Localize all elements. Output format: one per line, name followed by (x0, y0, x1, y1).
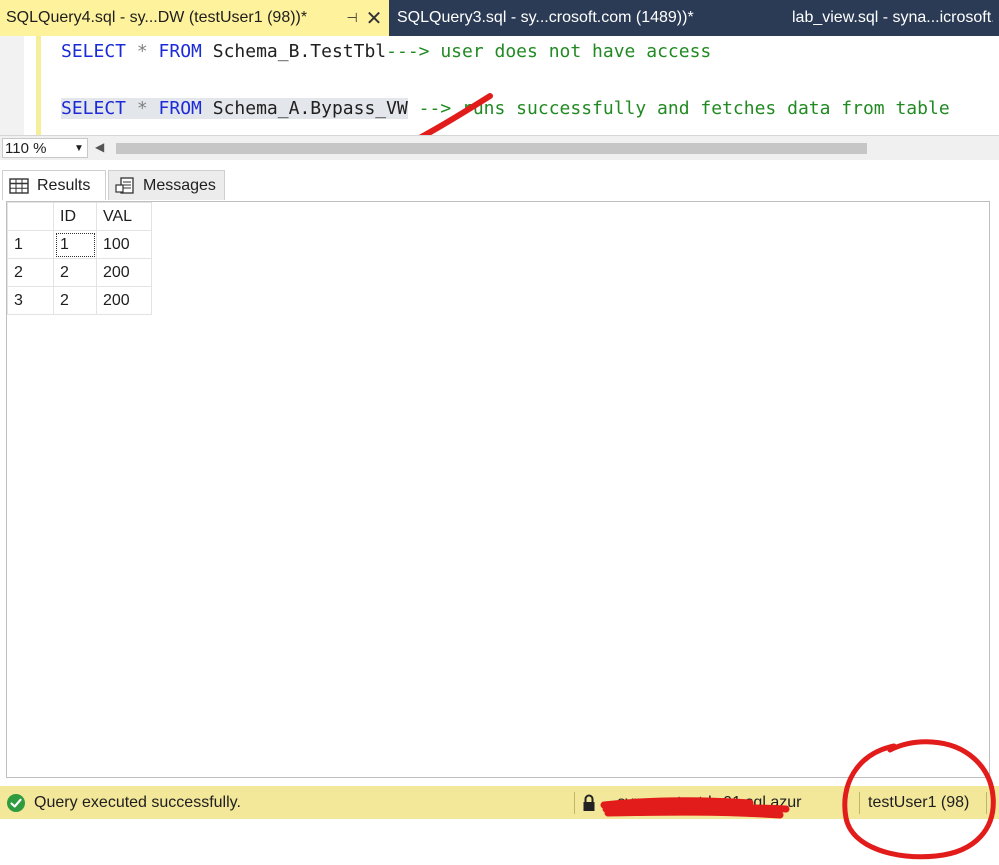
table-row[interactable]: 3 2 200 (7, 286, 152, 315)
editor-gutter (0, 36, 24, 135)
redaction-scribble (600, 797, 790, 819)
close-icon[interactable]: ✕ (365, 6, 383, 31)
keyword-from: FROM (158, 41, 202, 62)
zoom-value: 110 % (5, 139, 47, 157)
zoom-scroll-row: 110 % ▼ ◀ (0, 135, 999, 160)
horizontal-scrollbar-thumb[interactable] (116, 143, 867, 154)
tab-results[interactable]: Results (2, 170, 106, 200)
chevron-down-icon: ▼ (74, 142, 84, 154)
grid-cell[interactable]: 200 (96, 258, 152, 287)
document-tab-bar: SQLQuery4.sql - sy...DW (testUser1 (98))… (0, 0, 999, 36)
tab-sqlquery3[interactable]: SQLQuery3.sql - sy...crosoft.com (1489))… (389, 0, 780, 36)
tab-messages[interactable]: Messages (108, 170, 225, 200)
keyword-from: FROM (158, 98, 202, 119)
status-divider (574, 792, 575, 814)
code-line-1[interactable]: SELECT * FROM Schema_B.TestTbl---> user … (61, 40, 711, 64)
grid-header-row: ID VAL (7, 202, 152, 231)
keyword-select: SELECT (61, 98, 127, 119)
change-tracking-bar (36, 36, 41, 135)
ssms-window: SQLQuery4.sql - sy...DW (testUser1 (98))… (0, 0, 999, 865)
tab-title: lab_view.sql - syna...icrosoft.com (8 (792, 9, 993, 26)
grid-cell[interactable]: 100 (96, 230, 152, 259)
row-number[interactable]: 3 (7, 286, 54, 315)
messages-icon (115, 176, 137, 196)
result-tabs: Results Messages (0, 160, 999, 202)
lock-icon (583, 794, 595, 811)
operator-star: * (126, 41, 159, 62)
tab-lab-view[interactable]: lab_view.sql - syna...icrosoft.com (8 (780, 0, 999, 36)
tab-messages-label: Messages (143, 176, 216, 194)
row-header-corner[interactable] (7, 202, 54, 231)
view-identifier: Schema_A.Bypass_VW (201, 98, 408, 119)
tab-title: SQLQuery4.sql - sy...DW (testUser1 (98))… (6, 9, 308, 26)
grid-cell[interactable]: 2 (53, 258, 97, 287)
row-number[interactable]: 1 (7, 230, 54, 259)
tab-results-label: Results (37, 176, 91, 194)
grid-cell[interactable]: 1 (53, 230, 97, 259)
table-identifier: Schema_B.TestTbl (201, 41, 387, 62)
success-check-icon (7, 794, 25, 812)
column-header-val[interactable]: VAL (96, 202, 152, 231)
zoom-level-select[interactable]: 110 % ▼ (2, 138, 88, 158)
table-row[interactable]: 2 2 200 (7, 258, 152, 287)
table-row[interactable]: 1 1 100 (7, 230, 152, 259)
results-grid: ID VAL 1 1 100 2 2 200 3 2 200 (7, 202, 152, 315)
tab-title: SQLQuery3.sql - sy...crosoft.com (1489))… (397, 9, 694, 26)
annotation-circle-mark (842, 739, 996, 860)
row-number[interactable]: 2 (7, 258, 54, 287)
scroll-left-arrow-icon[interactable]: ◀ (95, 140, 104, 154)
operator-star: * (126, 98, 159, 119)
grid-icon (9, 177, 31, 194)
code-comment: ---> user does not have access (386, 41, 712, 62)
grid-cell[interactable]: 2 (53, 286, 97, 315)
grid-cell[interactable]: 200 (96, 286, 152, 315)
column-header-id[interactable]: ID (53, 202, 97, 231)
status-message: Query executed successfully. (34, 794, 241, 811)
keyword-select: SELECT (61, 41, 127, 62)
tab-sqlquery4[interactable]: SQLQuery4.sql - sy...DW (testUser1 (98))… (0, 0, 389, 36)
results-grid-panel: ID VAL 1 1 100 2 2 200 3 2 200 (6, 201, 990, 778)
pin-icon[interactable]: ⊣ (343, 10, 361, 26)
